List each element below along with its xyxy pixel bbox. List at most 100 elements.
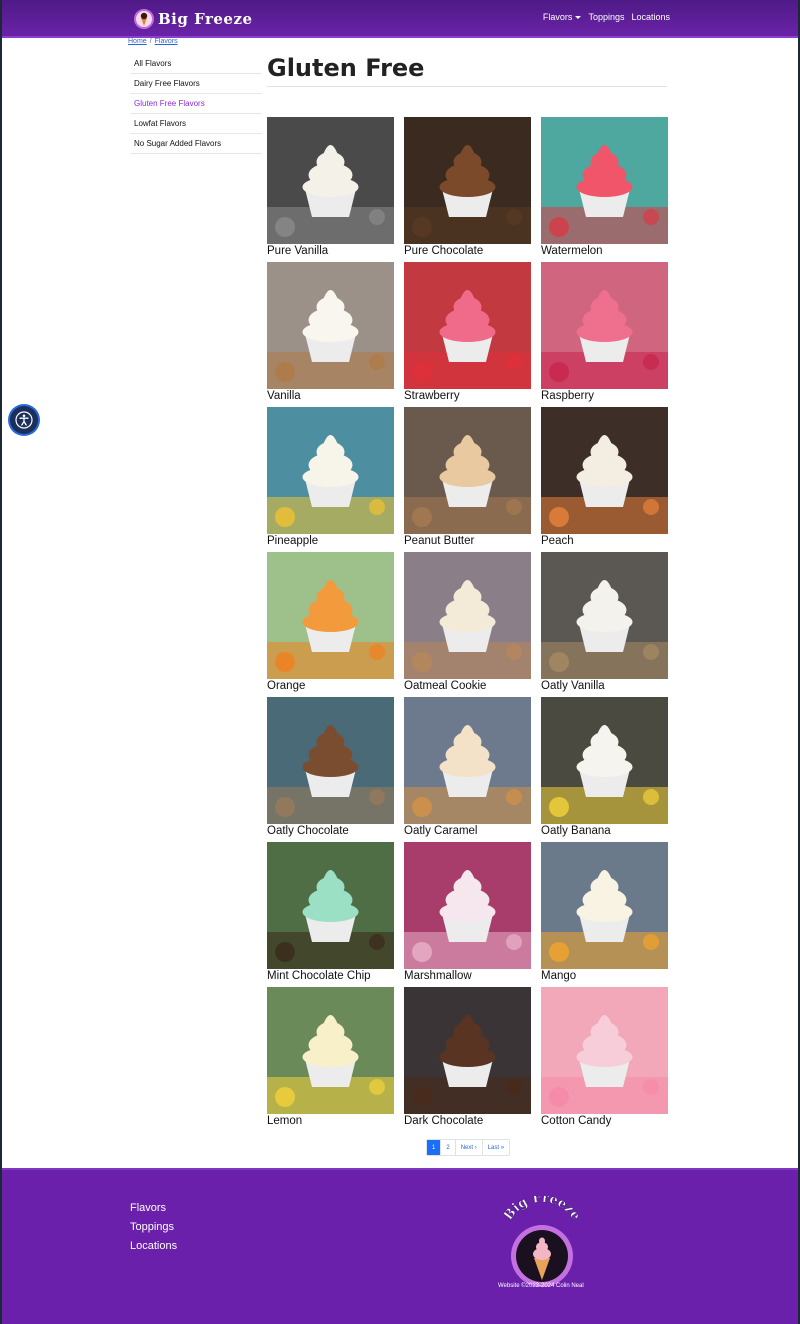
page-2-button[interactable]: 2 [441,1140,456,1155]
footer-link-flavors[interactable]: Flavors [130,1202,177,1214]
breadcrumb-home[interactable]: Home [128,38,147,45]
flavor-name[interactable]: Peanut Butter [404,535,531,547]
flavor-name[interactable]: Dark Chocolate [404,1115,531,1127]
flavor-name[interactable]: Strawberry [404,390,531,402]
flavor-image[interactable] [404,697,531,824]
flavor-card[interactable]: Oatly Vanilla [541,552,668,692]
flavor-card[interactable]: Strawberry [404,262,531,402]
svg-text:Big Freeze: Big Freeze [501,1196,583,1223]
sidebar-item-lowfat[interactable]: Lowfat Flavors [130,114,262,134]
flavor-name[interactable]: Watermelon [541,245,668,257]
flavor-image[interactable] [404,842,531,969]
page-title: Gluten Free [267,54,667,87]
flavor-card[interactable]: Orange [267,552,394,692]
flavor-image[interactable] [541,842,668,969]
nav-toppings[interactable]: Toppings [588,12,624,22]
flavor-name[interactable]: Pure Vanilla [267,245,394,257]
flavor-name[interactable]: Oatly Banana [541,825,668,837]
flavor-image[interactable] [541,987,668,1114]
nav-locations[interactable]: Locations [631,12,670,22]
flavor-name[interactable]: Vanilla [267,390,394,402]
copyright-text: Website ©2023-2024 Colin Neal [498,1283,584,1289]
accessibility-button[interactable] [10,406,38,434]
sidebar-item-no-sugar-added[interactable]: No Sugar Added Flavors [130,134,262,154]
flavor-image[interactable] [267,117,394,244]
flavor-image[interactable] [267,407,394,534]
navbar: Big Freeze Flavors Toppings Locations [2,0,798,38]
flavor-image[interactable] [404,262,531,389]
ice-cream-cone-icon [134,9,154,29]
nav-flavors-label: Flavors [542,12,573,22]
flavor-card[interactable]: Oatmeal Cookie [404,552,531,692]
flavor-card[interactable]: Marshmallow [404,842,531,982]
flavor-name[interactable]: Peach [541,535,668,547]
flavor-name[interactable]: Pineapple [267,535,394,547]
flavor-card[interactable]: Dark Chocolate [404,987,531,1127]
last-page-button[interactable]: Last » [483,1140,509,1155]
flavor-card[interactable]: Raspberry [541,262,668,402]
flavor-card[interactable]: Mango [541,842,668,982]
flavor-card[interactable]: Pineapple [267,407,394,547]
chevron-down-icon [575,15,582,19]
flavor-card[interactable]: Oatly Chocolate [267,697,394,837]
flavor-image[interactable] [541,262,668,389]
pagination: 1 2 Next › Last » [426,1139,511,1156]
flavor-card[interactable]: Watermelon [541,117,668,257]
flavor-card[interactable]: Lemon [267,987,394,1127]
sidebar-item-dairy-free[interactable]: Dairy Free Flavors [130,74,262,94]
flavor-image[interactable] [267,697,394,824]
breadcrumb: Home / Flavors [128,38,178,45]
footer-logo-text: Big Freeze [501,1196,584,1224]
flavor-name[interactable]: Oatly Vanilla [541,680,668,692]
flavor-image[interactable] [267,552,394,679]
flavor-image[interactable] [541,117,668,244]
flavor-image[interactable] [404,552,531,679]
sidebar: All Flavors Dairy Free Flavors Gluten Fr… [130,54,262,154]
flavor-image[interactable] [541,697,668,824]
flavor-name[interactable]: Oatly Caramel [404,825,531,837]
breadcrumb-flavors[interactable]: Flavors [155,38,178,45]
flavor-name[interactable]: Lemon [267,1115,394,1127]
brand-name: Big Freeze [158,10,253,28]
flavor-name[interactable]: Mint Chocolate Chip [267,970,394,982]
footer: Flavors Toppings Locations Big Freeze We… [2,1168,798,1324]
footer-link-toppings[interactable]: Toppings [130,1221,177,1233]
page: Big Freeze Flavors Toppings Locations Ho… [2,0,798,1324]
sidebar-item-gluten-free[interactable]: Gluten Free Flavors [130,94,262,114]
flavor-image[interactable] [267,262,394,389]
flavor-image[interactable] [541,552,668,679]
page-1-button[interactable]: 1 [427,1140,442,1155]
flavor-card[interactable]: Oatly Caramel [404,697,531,837]
flavor-name[interactable]: Cotton Candy [541,1115,668,1127]
flavor-name[interactable]: Raspberry [541,390,668,402]
flavor-name[interactable]: Orange [267,680,394,692]
next-page-button[interactable]: Next › [456,1140,483,1155]
flavor-name[interactable]: Pure Chocolate [404,245,531,257]
sidebar-item-all-flavors[interactable]: All Flavors [130,54,262,74]
flavor-card[interactable]: Peach [541,407,668,547]
nav-flavors[interactable]: Flavors [543,12,582,22]
flavor-image[interactable] [404,117,531,244]
main-nav: Flavors Toppings Locations [543,12,670,22]
accessibility-icon [15,411,33,429]
flavor-name[interactable]: Oatly Chocolate [267,825,394,837]
flavor-card[interactable]: Mint Chocolate Chip [267,842,394,982]
flavor-image[interactable] [404,407,531,534]
footer-logo: Big Freeze [501,1196,583,1287]
flavor-image[interactable] [267,842,394,969]
flavor-card[interactable]: Cotton Candy [541,987,668,1127]
flavor-card[interactable]: Pure Chocolate [404,117,531,257]
flavor-card[interactable]: Oatly Banana [541,697,668,837]
flavor-name[interactable]: Oatmeal Cookie [404,680,531,692]
flavor-image[interactable] [541,407,668,534]
footer-link-locations[interactable]: Locations [130,1240,177,1252]
flavor-card[interactable]: Peanut Butter [404,407,531,547]
flavor-name[interactable]: Marshmallow [404,970,531,982]
flavor-card[interactable]: Vanilla [267,262,394,402]
flavor-image[interactable] [404,987,531,1114]
brand-link[interactable]: Big Freeze [134,7,253,31]
flavor-image[interactable] [267,987,394,1114]
flavor-card[interactable]: Pure Vanilla [267,117,394,257]
flavor-name[interactable]: Mango [541,970,668,982]
footer-links: Flavors Toppings Locations [130,1202,177,1252]
